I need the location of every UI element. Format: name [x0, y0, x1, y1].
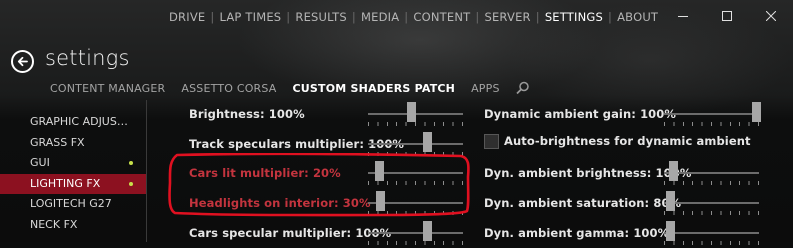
back-button[interactable]	[11, 50, 34, 73]
arrow-left-icon	[17, 56, 28, 67]
headlights-on-interior-slider[interactable]	[368, 191, 463, 218]
sidebar-item-logitech-g27[interactable]: LOGITECH G27	[0, 194, 146, 215]
cars-specular-slider[interactable]	[368, 221, 463, 248]
nav-lap-times[interactable]: LAP TIMES	[219, 10, 281, 24]
slider-thumb[interactable]	[752, 102, 762, 122]
tab-custom-shaders-patch[interactable]: CUSTOM SHADERS PATCH	[293, 82, 456, 95]
sidebar-item-lighting-fx[interactable]: LIGHTING FX	[0, 173, 146, 194]
setting-label: Auto-brightness for dynamic ambient	[504, 134, 751, 148]
sidebar-item-neck-fx[interactable]: NECK FX	[0, 215, 146, 236]
maximize-icon	[722, 11, 732, 21]
brightness-slider[interactable]	[368, 102, 463, 129]
sidebar-item-label: GRAPHIC ADJUS…	[30, 115, 128, 128]
slider-thumb[interactable]	[375, 161, 385, 181]
nav-results[interactable]: RESULTS	[295, 10, 347, 24]
sidebar-divider	[146, 100, 147, 242]
tab-assetto-corsa[interactable]: ASSETTO CORSA	[181, 82, 276, 95]
nav-media[interactable]: MEDIA	[361, 10, 399, 24]
minimize-button[interactable]	[661, 0, 705, 32]
dyn-ambient-gamma-slider[interactable]	[664, 221, 759, 248]
nav-separator: |	[351, 10, 356, 24]
subtabs: CONTENT MANAGER ASSETTO CORSA CUSTOM SHA…	[50, 81, 530, 95]
enabled-dot-icon	[129, 161, 133, 165]
maximize-button[interactable]	[705, 0, 749, 32]
top-navigation: DRIVE | LAP TIMES | RESULTS | MEDIA | CONTENT | SE…	[169, 10, 658, 24]
close-icon	[766, 11, 776, 21]
enabled-dot-icon	[129, 181, 133, 186]
slider-thumb[interactable]	[665, 191, 675, 211]
slider-thumb[interactable]	[376, 191, 386, 211]
tab-content-manager[interactable]: CONTENT MANAGER	[50, 82, 165, 95]
nav-content[interactable]: CONTENT	[413, 10, 470, 24]
setting-label: Dyn. ambient saturation: 80%	[484, 196, 682, 210]
tab-apps[interactable]: APPS	[471, 82, 500, 95]
nav-separator: |	[475, 10, 480, 24]
auto-brightness-checkbox[interactable]	[484, 134, 499, 149]
search-icon[interactable]	[516, 81, 530, 95]
nav-server[interactable]: SERVER	[484, 10, 530, 24]
sidebar-item-graphic-adjustments[interactable]: GRAPHIC ADJUS…	[0, 112, 146, 133]
track-speculars-slider[interactable]	[368, 132, 463, 159]
dynamic-ambient-gain-slider[interactable]	[664, 102, 762, 129]
cars-lit-multiplier-slider[interactable]	[368, 161, 463, 188]
nav-separator: |	[535, 10, 540, 24]
nav-separator: |	[286, 10, 291, 24]
sidebar-item-gui[interactable]: GUI	[0, 153, 146, 174]
sidebar-item-label: GRASS FX	[30, 135, 85, 149]
setting-label: Dynamic ambient gain: 100%	[484, 107, 676, 121]
setting-label: Dyn. ambient gamma: 100%	[484, 226, 670, 240]
slider-thumb[interactable]	[422, 221, 432, 241]
page-title: settings	[45, 46, 130, 70]
slider-thumb[interactable]	[422, 132, 432, 152]
sidebar-item-label: NECK FX	[30, 217, 78, 231]
nav-separator: |	[404, 10, 409, 24]
window-controls	[661, 0, 793, 32]
slider-thumb[interactable]	[668, 161, 678, 181]
nav-about[interactable]: ABOUT	[617, 10, 658, 24]
setting-label: Cars lit multiplier: 20%	[189, 166, 341, 180]
nav-separator: |	[210, 10, 215, 24]
nav-drive[interactable]: DRIVE	[169, 10, 205, 24]
dyn-ambient-brightness-slider[interactable]	[664, 161, 759, 188]
minimize-icon	[678, 16, 688, 17]
dyn-ambient-saturation-slider[interactable]	[664, 191, 759, 218]
sidebar-item-label: LOGITECH G27	[30, 197, 112, 210]
close-button[interactable]	[749, 0, 793, 32]
setting-label: Dyn. ambient brightness: 100%	[484, 166, 692, 180]
sidebar-item-label: GUI	[30, 156, 50, 169]
slider-thumb[interactable]	[406, 102, 416, 122]
setting-label: Cars specular multiplier: 100%	[189, 226, 392, 240]
slider-thumb[interactable]	[665, 221, 675, 241]
setting-label: Brightness: 100%	[189, 107, 305, 121]
sidebar: GRAPHIC ADJUS… GRASS FX GUI LIGHTING FX …	[0, 112, 146, 235]
sidebar-item-label: LIGHTING FX	[30, 176, 101, 190]
setting-label: Headlights on interior: 30%	[189, 196, 371, 210]
nav-separator: |	[608, 10, 613, 24]
nav-settings[interactable]: SETTINGS	[545, 10, 603, 24]
sidebar-item-grass-fx[interactable]: GRASS FX	[0, 133, 146, 154]
